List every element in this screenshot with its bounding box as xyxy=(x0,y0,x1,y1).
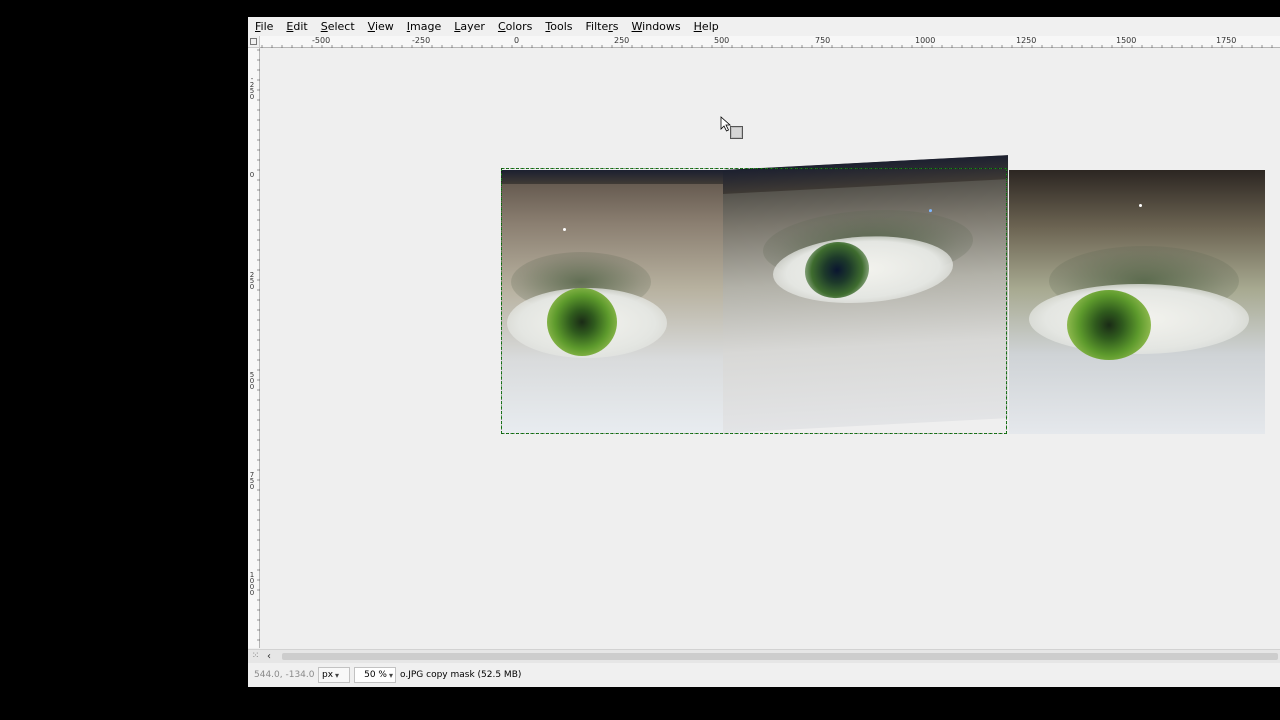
menu-colors-label: olors xyxy=(505,20,533,33)
menu-tools-label: ools xyxy=(550,20,573,33)
menu-image[interactable]: Image xyxy=(400,17,447,36)
menu-windows-label: indows xyxy=(642,20,681,33)
unit-value: px xyxy=(322,670,334,680)
scrollbar-thumb[interactable] xyxy=(282,653,1278,660)
vertical-ruler[interactable]: -250 0 250 500 750 1000 xyxy=(248,48,260,648)
menu-filters[interactable]: Filters xyxy=(579,17,625,36)
menu-view-label: iew xyxy=(374,20,394,33)
hruler-label: -500 xyxy=(312,36,331,45)
vruler-label: 0 xyxy=(249,171,255,179)
selection-marquee[interactable] xyxy=(501,168,1007,434)
chevron-down-icon: ▾ xyxy=(335,670,340,680)
hruler-label: 500 xyxy=(714,36,730,45)
image-canvas[interactable] xyxy=(261,48,1280,649)
menu-windows-mnemonic: W xyxy=(631,20,643,33)
hruler-label: 750 xyxy=(815,36,831,45)
menu-colors-mnemonic: C xyxy=(497,20,506,33)
menu-filters-label-end: s xyxy=(612,20,619,33)
menu-image-label: mage xyxy=(410,20,442,33)
vruler-label: 750 xyxy=(249,471,255,491)
hruler-label: 1500 xyxy=(1116,36,1137,45)
navigate-icon[interactable]: ⁙ xyxy=(250,651,261,662)
hruler-label: 250 xyxy=(614,36,630,45)
scroll-left-arrow-icon[interactable]: ‹ xyxy=(264,650,274,663)
menu-layer-label: ayer xyxy=(460,20,485,33)
menu-select-mnemonic: S xyxy=(320,20,328,33)
quick-mask-toggle[interactable] xyxy=(248,36,260,48)
statusbar: 544.0, -134.0 px ▾ 50 % ▾ o.JPG copy mas… xyxy=(248,663,1280,687)
hruler-label: 0 xyxy=(514,36,520,45)
horizontal-ruler[interactable]: -500 -250 0 250 500 750 1000 1250 1500 1… xyxy=(260,36,1280,48)
move-cursor-icon xyxy=(720,116,743,139)
hruler-label: -250 xyxy=(412,36,431,45)
menu-help-mnemonic: H xyxy=(693,20,702,33)
vruler-label: 1000 xyxy=(249,571,255,597)
menu-edit-label: dit xyxy=(293,20,308,33)
hruler-label: 1250 xyxy=(1016,36,1037,45)
hruler-label: 1750 xyxy=(1216,36,1237,45)
vruler-label: 500 xyxy=(249,371,255,391)
menu-layer[interactable]: Layer xyxy=(447,17,491,36)
gimp-image-window: File Edit Select View Image Layer Colors… xyxy=(248,17,1280,687)
pointer-coordinates: 544.0, -134.0 xyxy=(254,670,315,680)
zoom-value: 50 % xyxy=(364,670,387,680)
menu-help[interactable]: Help xyxy=(687,17,725,36)
eye-photo-right xyxy=(1009,170,1265,434)
menu-view[interactable]: View xyxy=(361,17,400,36)
photo-right-speck xyxy=(1139,204,1142,207)
menu-help-label: elp xyxy=(701,20,719,33)
active-layer-info: o.JPG copy mask (52.5 MB) xyxy=(400,670,522,680)
menu-tools[interactable]: Tools xyxy=(538,17,578,36)
vruler-label: -250 xyxy=(249,75,255,101)
vruler-label: 250 xyxy=(249,271,255,291)
menu-edit[interactable]: Edit xyxy=(279,17,313,36)
menubar: File Edit Select View Image Layer Colors… xyxy=(248,17,1280,36)
horizontal-scrollbar[interactable]: ⁙ ‹ xyxy=(248,649,1280,663)
chevron-down-icon: ▾ xyxy=(388,670,393,680)
photo-right-iris xyxy=(1067,290,1151,360)
menu-view-mnemonic: V xyxy=(367,20,375,33)
menu-file[interactable]: File xyxy=(248,17,279,36)
menu-filters-label-start: Filte xyxy=(585,20,609,33)
vertical-ruler-ticks xyxy=(257,49,260,641)
menu-select[interactable]: Select xyxy=(314,17,361,36)
menu-colors[interactable]: Colors xyxy=(491,17,538,36)
menu-select-label: elect xyxy=(327,20,355,33)
hruler-label: 1000 xyxy=(915,36,936,45)
zoom-selector[interactable]: 50 % ▾ xyxy=(354,667,396,683)
unit-selector[interactable]: px ▾ xyxy=(318,667,350,683)
menu-file-label: ile xyxy=(260,20,274,33)
menu-windows[interactable]: Windows xyxy=(625,17,687,36)
